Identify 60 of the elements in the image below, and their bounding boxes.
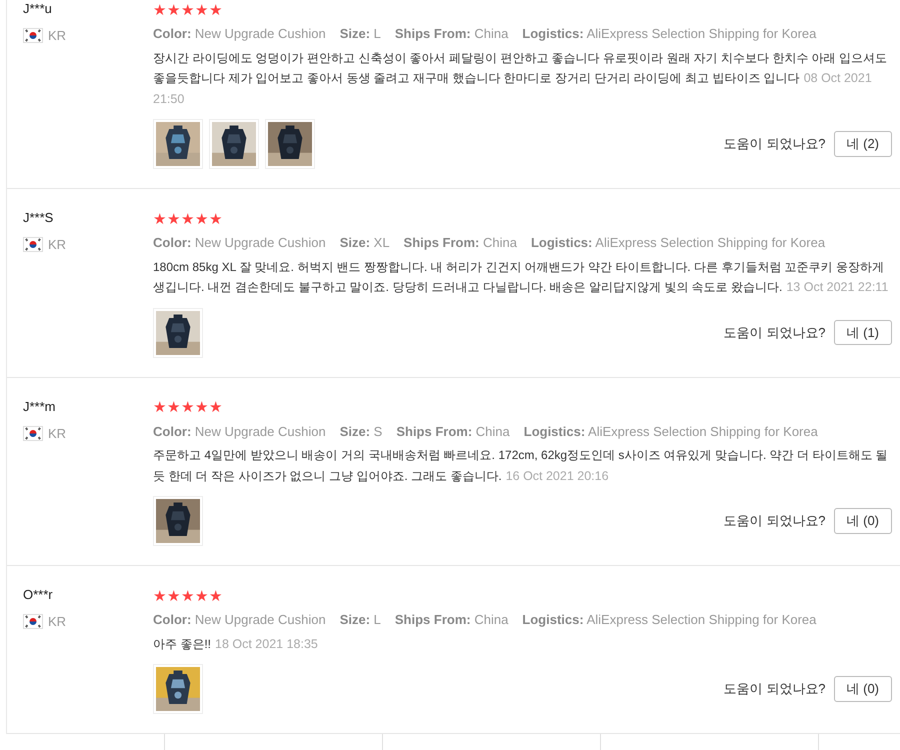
review-text: 주문하고 4일만에 받았으니 배송이 거의 국내배송처럼 빠르네요. 172cm, 62kg정도인데 s사이즈 여유있게 맞습니다. 약간 더 타이트해도 될 듯 한데 더 작은 사이즈가 없으니 그냥 입어야죠. 그래도 좋습니다. 16 Oct 2021 20:16 bbox=[153, 447, 889, 484]
star-icon: ★ bbox=[153, 212, 166, 226]
product-attribute: Size: XL bbox=[340, 234, 390, 252]
helpful-yes-button[interactable]: 네 (1) bbox=[834, 320, 892, 346]
product-attribute: Color: New Upgrade Cushion bbox=[153, 611, 326, 629]
helpful-question: 도움이 되었나요? bbox=[724, 512, 826, 530]
country-code: KR bbox=[48, 27, 66, 45]
helpful-question: 도움이 되었나요? bbox=[724, 680, 826, 698]
product-attribute: Color: New Upgrade Cushion bbox=[153, 25, 326, 43]
product-attribute: Size: S bbox=[340, 422, 382, 440]
star-icon: ★ bbox=[181, 400, 194, 415]
helpful-question: 도움이 되었나요? bbox=[724, 324, 826, 342]
helpful-yes-button[interactable]: 네 (2) bbox=[834, 131, 892, 157]
star-icon: ★ bbox=[195, 588, 208, 604]
star-icon: ★ bbox=[167, 2, 180, 18]
product-attribute: Ships From: China bbox=[394, 611, 508, 629]
reviewer-name: J***S bbox=[23, 209, 54, 227]
country-code: KR bbox=[48, 236, 66, 254]
star-icon: ★ bbox=[167, 588, 180, 604]
star-icon: ★ bbox=[167, 400, 180, 415]
helpful-yes-button[interactable]: 네 (0) bbox=[834, 508, 892, 534]
product-attribute: Ships From: China bbox=[394, 25, 508, 43]
flag-icon bbox=[23, 28, 43, 44]
product-attribute: Color: New Upgrade Cushion bbox=[153, 234, 326, 252]
flag-icon bbox=[23, 237, 43, 252]
country-code: KR bbox=[48, 424, 66, 442]
product-attribute: Size: L bbox=[340, 611, 381, 629]
star-icon: ★ bbox=[181, 212, 194, 226]
product-attribute: Logistics: AliExpress Selection Shipping for Korea bbox=[530, 234, 826, 252]
product-attribute: Logistics: AliExpress Selection Shipping for Korea bbox=[524, 422, 818, 441]
star-icon: ★ bbox=[153, 588, 166, 604]
country-code: KR bbox=[48, 613, 66, 631]
helpful-yes-button[interactable]: 네 (0) bbox=[834, 676, 892, 702]
reviewer-name: O***r bbox=[23, 586, 54, 604]
star-icon: ★ bbox=[209, 2, 222, 18]
review-text: 180cm 85kg XL 잘 맞네요. 허벅지 밴드 짱짱합니다. 내 허리가 긴건지 어깨밴드가 약간 타이트합니다. 다른 후기들처럼 꼬준쿠키 웅장하게 생깁니다. 내껀 겸손한데도 불구하고 말이죠. 당당히 드러내고 다닐랍니다. 배송은 알리답지않게 빛의 속도로 왔습니다. 13 Oct 2021 22:11 bbox=[153, 258, 890, 296]
product-attribute: Logistics: AliExpress Selection Shipping for Korea bbox=[522, 611, 816, 629]
star-icon: ★ bbox=[209, 212, 222, 226]
flag-icon bbox=[23, 614, 43, 630]
star-icon: ★ bbox=[195, 400, 208, 415]
reviewer-name: J***m bbox=[23, 398, 57, 416]
star-icon: ★ bbox=[181, 2, 194, 18]
product-attribute: Logistics: AliExpress Selection Shipping for Korea bbox=[522, 25, 816, 43]
product-attribute: Ships From: China bbox=[404, 234, 517, 252]
product-attribute: Size: L bbox=[340, 25, 381, 43]
reviewer-name: J***u bbox=[23, 0, 53, 18]
star-icon: ★ bbox=[153, 400, 166, 415]
review-text: 아주 좋은!! 18 Oct 2021 18:35 bbox=[153, 636, 319, 652]
helpful-question: 도움이 되었나요? bbox=[724, 135, 826, 154]
product-attribute: Color: New Upgrade Cushion bbox=[153, 422, 326, 441]
star-icon: ★ bbox=[167, 212, 180, 226]
star-icon: ★ bbox=[209, 588, 222, 604]
star-icon: ★ bbox=[195, 2, 208, 18]
star-icon: ★ bbox=[209, 400, 222, 415]
star-icon: ★ bbox=[153, 2, 166, 18]
review-text: 장시간 라이딩에도 엉덩이가 편안하고 신축성이 좋아서 페달링이 편안하고 좋습니다 유로핏이라 원래 자기 치수보다 한치수 아래 입으셔도 좋을듯합니다 제가 입어보고 좋아서 동생 줄려고 재구매 했습니다 한마디로 장거리 단거리 라이딩에 최고 빕타이즈 입니다 08 Oct 2021 21:50 bbox=[153, 50, 888, 108]
product-attribute: Ships From: China bbox=[396, 422, 510, 441]
star-icon: ★ bbox=[181, 588, 194, 604]
star-icon: ★ bbox=[195, 212, 208, 226]
flag-icon bbox=[23, 426, 43, 441]
